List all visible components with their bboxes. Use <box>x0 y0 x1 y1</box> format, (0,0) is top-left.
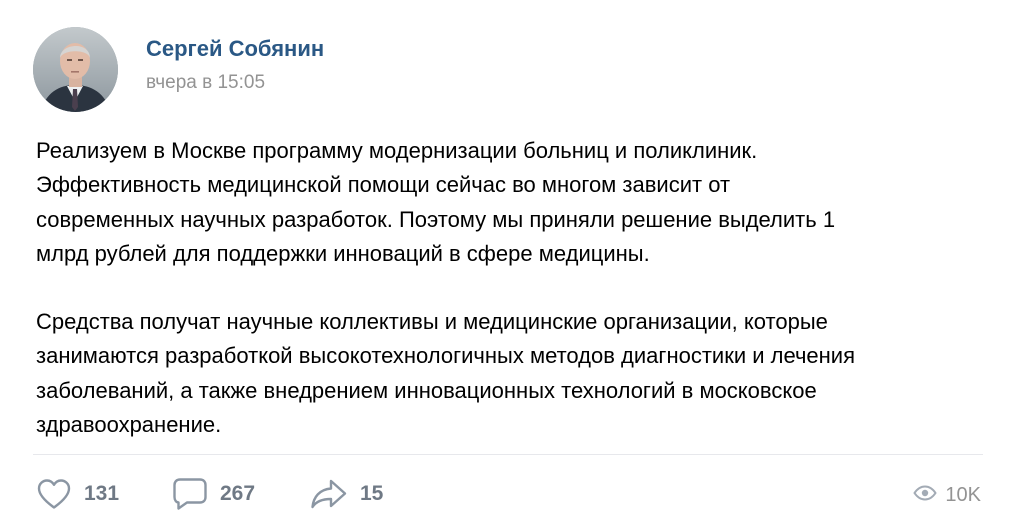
post-paragraph: Средства получат научные коллективы и ме… <box>36 309 856 438</box>
share-count: 15 <box>360 482 384 505</box>
divider <box>33 454 983 455</box>
heart-icon <box>36 478 72 510</box>
author-avatar[interactable] <box>33 27 118 112</box>
wall-post: Сергей Собянин вчера в 15:05 Реализуем в… <box>0 0 1014 532</box>
post-paragraph: Реализуем в Москве программу модернизаци… <box>36 138 836 266</box>
like-button[interactable]: 131 <box>36 476 119 512</box>
like-count: 131 <box>84 482 120 505</box>
author-name[interactable]: Сергей Собянин <box>146 36 324 62</box>
avatar-photo <box>33 27 118 112</box>
comment-bubble-icon <box>172 477 208 511</box>
post-text: Реализуем в Москве программу модернизаци… <box>36 134 986 442</box>
share-button[interactable]: 15 <box>310 476 383 512</box>
views-count: 10K <box>945 483 981 506</box>
eye-icon <box>913 484 938 506</box>
share-arrow-icon <box>310 478 348 510</box>
views-counter: 10K <box>913 480 981 510</box>
comment-count: 267 <box>220 482 256 505</box>
comment-button[interactable]: 267 <box>172 476 255 512</box>
post-timestamp[interactable]: вчера в 15:05 <box>146 72 265 94</box>
